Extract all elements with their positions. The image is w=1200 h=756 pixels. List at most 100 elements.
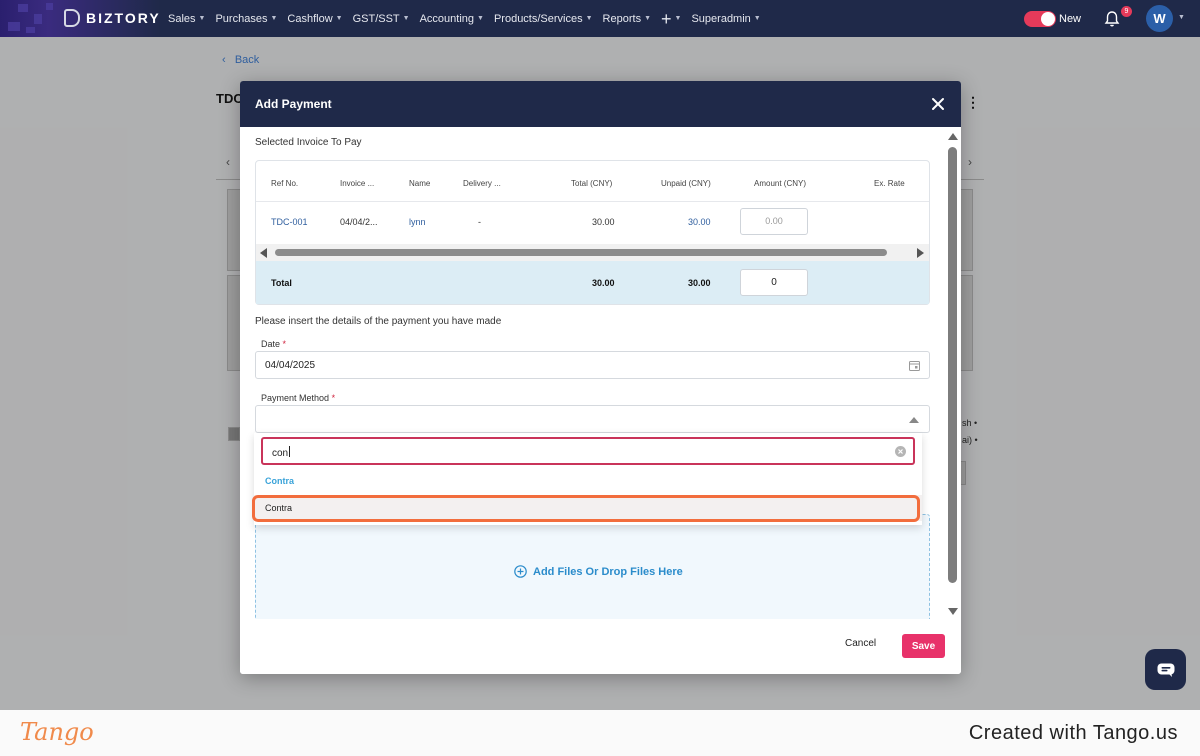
brand-logo[interactable]: BIZTORY: [64, 9, 161, 27]
upload-label: Add Files Or Drop Files Here: [533, 565, 683, 578]
chevron-down-icon: ▼: [270, 15, 278, 22]
main-menu: Sales ▼ Purchases ▼ Cashflow ▼ GST/SST ▼ Acc…: [168, 0, 761, 37]
menu-label: Purchases: [215, 12, 268, 25]
calendar-icon[interactable]: [909, 360, 920, 371]
menu-label: Cashflow: [287, 12, 333, 25]
plus-circle-icon: [514, 565, 527, 578]
total-amount-input[interactable]: 0: [740, 269, 808, 296]
date-value: 04/04/2025: [265, 360, 316, 371]
menu-label: Reports: [602, 12, 642, 25]
column-header: Delivery ...: [463, 179, 501, 188]
column-header: Unpaid (CNY): [661, 179, 711, 188]
column-header: Ex. Rate: [874, 179, 905, 188]
invoice-ref-link[interactable]: TDC-001: [271, 217, 308, 227]
modal-footer: Cancel Save: [240, 619, 961, 674]
payment-method-label: Payment Method *: [261, 393, 335, 403]
file-upload-dropzone[interactable]: Add Files Or Drop Files Here: [255, 514, 930, 619]
save-button[interactable]: Save: [902, 634, 945, 658]
unpaid-cell: 30.00: [688, 217, 711, 227]
menu-reports[interactable]: Reports ▼: [603, 13, 651, 25]
date-label: Date *: [261, 339, 286, 349]
chevron-down-icon: ▼: [644, 15, 652, 22]
date-field[interactable]: 04/04/2025: [255, 351, 930, 379]
tango-footer: Tango Created with Tango.us: [0, 710, 1200, 756]
scrollbar-thumb[interactable]: [948, 147, 957, 583]
menu-label: GST/SST: [352, 12, 400, 25]
chevron-down-icon: ▼: [674, 15, 682, 22]
close-icon[interactable]: [931, 97, 945, 111]
column-header: Name: [409, 179, 431, 188]
chevron-down-icon: ▼: [198, 15, 206, 22]
modal-title: Add Payment: [255, 97, 332, 111]
click-highlight: [252, 495, 920, 522]
scroll-left-arrow-icon[interactable]: [260, 248, 267, 258]
chevron-down-icon: ▼: [477, 15, 484, 22]
brand-name: BIZTORY: [86, 10, 161, 26]
column-header: Total (CNY): [571, 179, 613, 188]
bg-checkbox: [228, 427, 240, 441]
delivery-cell: -: [478, 217, 481, 227]
brand-icon: [64, 9, 80, 27]
invoice-date-cell: 04/04/2...: [340, 217, 378, 227]
total-row: Total 30.00 30.00 0: [256, 261, 929, 304]
search-value: con: [272, 448, 289, 459]
chat-widget-button[interactable]: [1145, 649, 1186, 690]
new-ui-toggle[interactable]: [1024, 11, 1056, 27]
dropdown-arrow-up-icon[interactable]: [909, 417, 919, 423]
menu-quick-add[interactable]: + ▼: [661, 10, 681, 28]
scroll-up-arrow-icon[interactable]: [948, 133, 958, 140]
menu-products-services[interactable]: Products/Services ▼: [494, 13, 593, 25]
user-avatar[interactable]: W: [1146, 5, 1173, 32]
menu-label: Superadmin: [691, 12, 751, 25]
toggle-knob: [1041, 12, 1055, 26]
chevron-down-icon[interactable]: ▼: [1178, 14, 1185, 21]
more-options-icon[interactable]: ⋮: [966, 94, 980, 111]
date-label-text: Date: [261, 339, 281, 349]
add-payment-modal: Add Payment Selected Invoice To Pay Ref …: [240, 81, 961, 674]
add-files-button[interactable]: Add Files Or Drop Files Here: [514, 565, 683, 578]
menu-label: Accounting: [419, 12, 475, 25]
customer-name-link[interactable]: lynn: [409, 217, 426, 227]
column-header: Invoice ...: [340, 179, 375, 188]
chevron-left-icon[interactable]: ‹: [226, 155, 230, 169]
menu-purchases[interactable]: Purchases ▼: [215, 13, 277, 25]
clear-icon[interactable]: [895, 446, 906, 457]
scroll-right-arrow-icon[interactable]: [917, 248, 924, 258]
new-ui-label: New: [1059, 13, 1082, 25]
scroll-down-arrow-icon[interactable]: [948, 608, 958, 615]
chevron-right-icon[interactable]: ›: [968, 155, 972, 169]
chevron-down-icon: ▼: [402, 15, 410, 22]
details-instruction: Please insert the details of the payment…: [255, 316, 502, 327]
amount-input[interactable]: 0.00: [740, 208, 808, 235]
page-title: TDC: [216, 91, 243, 106]
menu-label: Sales: [168, 12, 196, 25]
vertical-scrollbar[interactable]: [945, 127, 961, 619]
required-mark: *: [282, 339, 287, 349]
scrollbar-thumb[interactable]: [275, 249, 887, 256]
total-sum: 30.00: [592, 278, 615, 288]
created-with-text: Created with Tango.us: [968, 722, 1178, 744]
column-header: Amount (CNY): [754, 179, 807, 188]
horizontal-scrollbar[interactable]: [256, 244, 929, 261]
menu-accounting[interactable]: Accounting ▼: [420, 13, 484, 25]
tango-logo: Tango: [20, 718, 94, 746]
payment-method-search-input[interactable]: con: [261, 437, 915, 465]
plus-icon: +: [661, 8, 672, 29]
option-group-header: Contra: [265, 476, 294, 486]
back-link[interactable]: ‹ Back: [222, 54, 259, 66]
menu-label: Products/Services: [493, 12, 583, 25]
bg-side-text: ai) •: [962, 435, 978, 445]
back-label: Back: [234, 54, 260, 66]
payment-method-select[interactable]: [255, 405, 930, 433]
menu-gst-sst[interactable]: GST/SST ▼: [353, 13, 410, 25]
modal-header: Add Payment: [240, 81, 961, 127]
menu-cashflow[interactable]: Cashflow ▼: [287, 13, 342, 25]
chevron-down-icon: ▼: [585, 15, 593, 22]
bell-icon[interactable]: [1104, 10, 1120, 28]
cancel-button[interactable]: Cancel: [845, 638, 876, 649]
menu-superadmin[interactable]: Superadmin ▼: [691, 13, 760, 25]
row-divider: [256, 201, 929, 202]
chevron-down-icon: ▼: [335, 15, 343, 22]
top-navbar: BIZTORY Sales ▼ Purchases ▼ Cashflow ▼ GST/…: [0, 0, 1200, 37]
menu-sales[interactable]: Sales ▼: [168, 13, 205, 25]
